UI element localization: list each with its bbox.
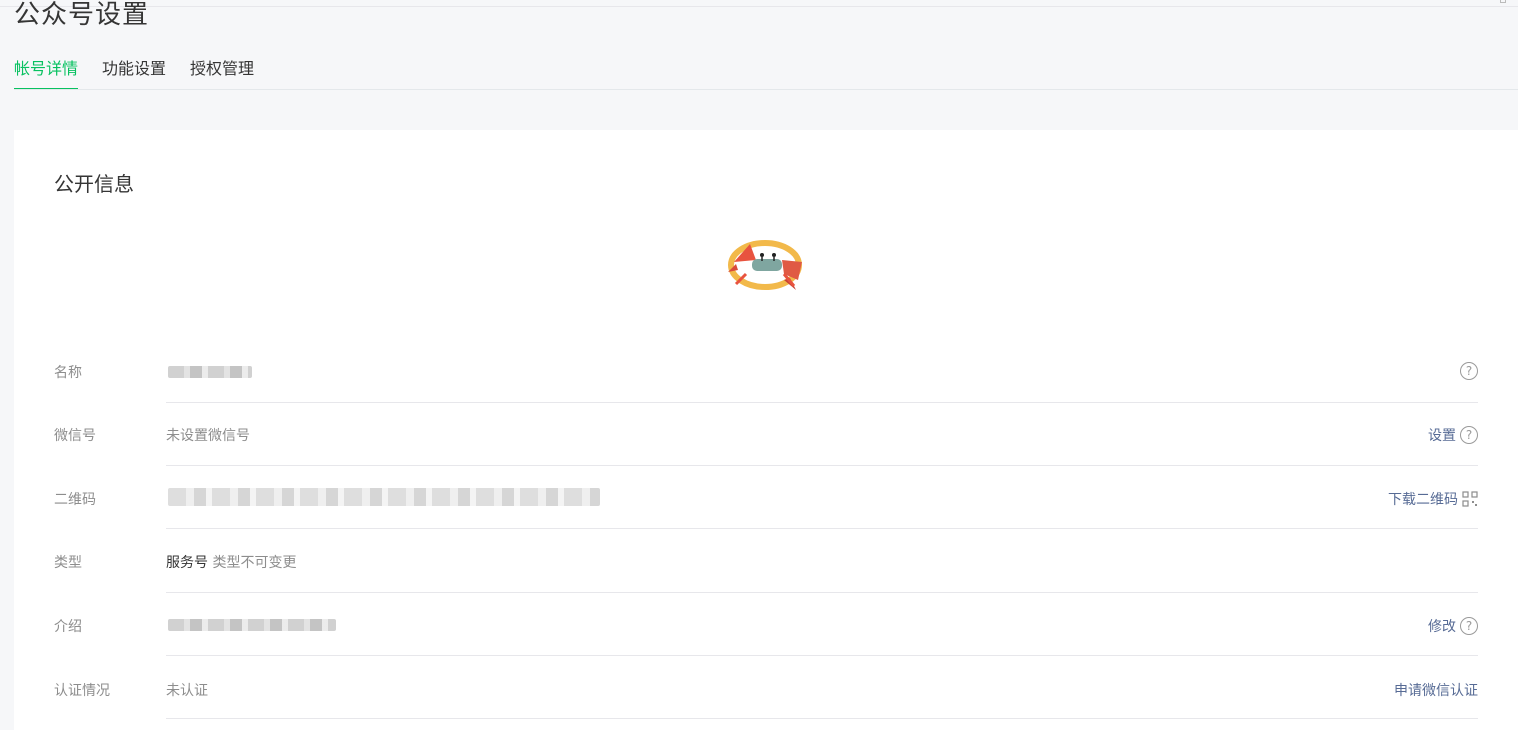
tab-account-details[interactable]: 帐号详情 (14, 57, 79, 90)
account-avatar[interactable] (724, 234, 806, 296)
wechat-id-actions: 设置 ? (1428, 425, 1478, 445)
tabs-divider (14, 89, 1518, 90)
page-title: 公众号设置 (14, 0, 150, 30)
type-value: 服务号 类型不可变更 (166, 552, 296, 572)
verification-actions: 申请微信认证 (1394, 680, 1478, 700)
crab-logo-icon (728, 240, 802, 290)
row-type: 类型 服务号 类型不可变更 (54, 530, 1478, 593)
window-corner-icon (1500, 0, 1506, 3)
section-title: 公开信息 (54, 172, 134, 196)
qrcode-label: 二维码 (54, 492, 96, 508)
type-label: 类型 (54, 555, 82, 571)
row-qrcode: 二维码 下载二维码 (54, 466, 1478, 529)
type-main: 服务号 (166, 555, 208, 571)
row-divider (166, 718, 1478, 719)
row-verification: 认证情况 未认证 申请微信认证 (54, 656, 1478, 719)
intro-label: 介绍 (54, 619, 82, 635)
qrcode-value-redacted (168, 488, 600, 506)
name-label: 名称 (54, 365, 82, 381)
tab-bar: 帐号详情 功能设置 授权管理 (14, 57, 278, 90)
qrcode-actions: 下载二维码 (1388, 489, 1478, 509)
help-icon[interactable]: ? (1460, 426, 1478, 444)
name-value-redacted (168, 366, 252, 378)
verification-value: 未认证 (166, 683, 208, 699)
help-icon[interactable]: ? (1460, 617, 1478, 635)
apply-verification-link[interactable]: 申请微信认证 (1394, 680, 1478, 700)
help-icon[interactable]: ? (1460, 362, 1478, 380)
edit-intro-link[interactable]: 修改 (1428, 616, 1456, 636)
set-wechat-id-link[interactable]: 设置 (1428, 425, 1456, 445)
row-wechat-id: 微信号 未设置微信号 设置 ? (54, 403, 1478, 466)
intro-actions: 修改 ? (1428, 616, 1478, 636)
verification-label: 认证情况 (54, 683, 110, 699)
wechat-id-label: 微信号 (54, 428, 96, 444)
public-info-card: 公开信息 名称 ? 微信号 未设置微信号 设置 ? 二维码 下载二维码 类型 服… (14, 130, 1518, 730)
tab-feature-settings[interactable]: 功能设置 (102, 57, 166, 90)
type-note: 类型不可变更 (212, 555, 297, 571)
qrcode-icon[interactable] (1462, 491, 1478, 507)
tab-authorization-management[interactable]: 授权管理 (190, 57, 254, 90)
row-name: 名称 ? (54, 340, 1478, 403)
wechat-id-value: 未设置微信号 (166, 428, 250, 444)
row-intro: 介绍 修改 ? (54, 593, 1478, 656)
download-qrcode-link[interactable]: 下载二维码 (1388, 489, 1458, 509)
top-border (0, 6, 1518, 7)
name-actions: ? (1456, 362, 1478, 380)
intro-value-redacted (168, 619, 336, 631)
row-divider (166, 528, 1478, 529)
